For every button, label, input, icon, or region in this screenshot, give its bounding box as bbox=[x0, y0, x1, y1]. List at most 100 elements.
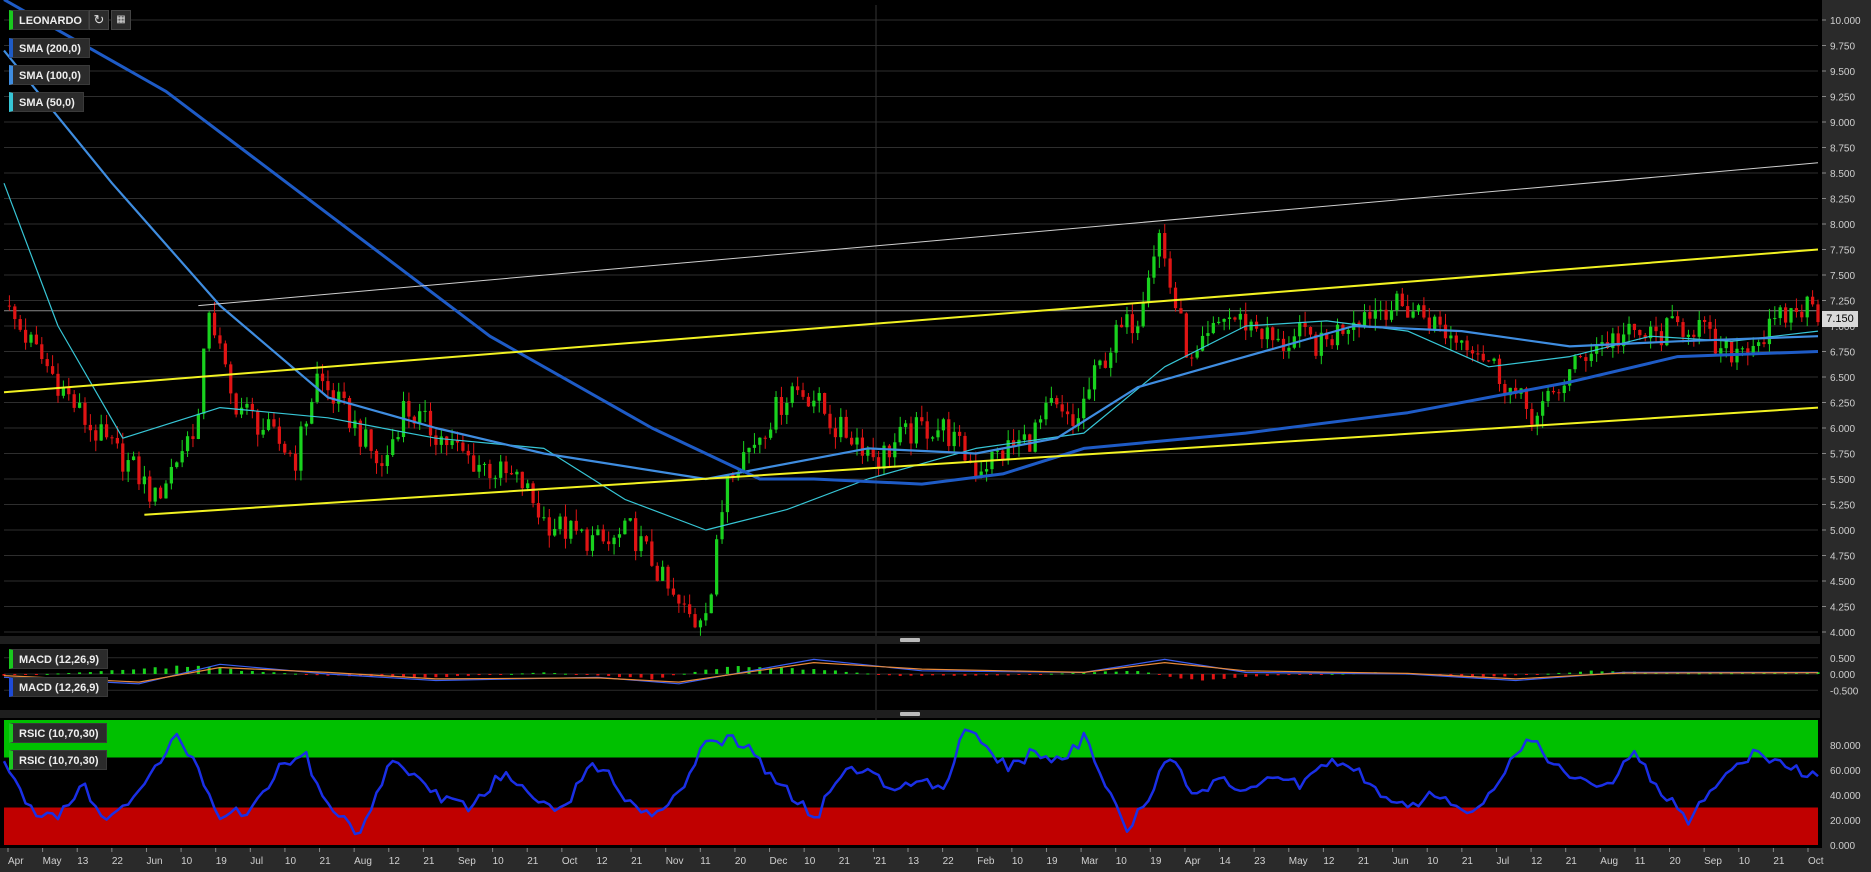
macd-tick-label: 0.000 bbox=[1830, 670, 1855, 681]
candle-up bbox=[1141, 302, 1145, 327]
candle-up bbox=[202, 348, 206, 414]
macd-label-1[interactable]: MACD (12,26,9) bbox=[9, 649, 109, 669]
candle-up bbox=[1778, 307, 1782, 319]
sma200-label[interactable]: SMA (200,0) bbox=[9, 38, 90, 58]
x-tick-label: 10 bbox=[493, 856, 505, 867]
candle-down bbox=[45, 359, 49, 367]
macd-bar bbox=[1481, 674, 1485, 677]
x-tick-label: 10 bbox=[1116, 856, 1128, 867]
candle-down bbox=[1071, 414, 1075, 426]
price-tick-label: 4.500 bbox=[1830, 577, 1855, 588]
candle-up bbox=[418, 411, 422, 424]
candle-up bbox=[1152, 256, 1156, 278]
candle-up bbox=[450, 440, 454, 446]
candle-down bbox=[445, 436, 449, 446]
price-tick-label: 6.000 bbox=[1830, 424, 1855, 435]
candle-up bbox=[1211, 322, 1215, 334]
candle-down bbox=[833, 428, 838, 438]
x-tick-label: May bbox=[43, 856, 62, 867]
candle-up bbox=[769, 429, 773, 438]
candle-down bbox=[693, 614, 697, 628]
candle-up bbox=[175, 462, 179, 467]
candle-up bbox=[790, 386, 794, 403]
x-tick-label: 21 bbox=[1566, 856, 1578, 867]
macd-bar bbox=[110, 670, 114, 674]
x-tick-label: 20 bbox=[1670, 856, 1682, 867]
macd-label-2[interactable]: MACD (12,26,9) bbox=[9, 677, 109, 697]
macd-bar bbox=[250, 671, 254, 674]
price-tick-label: 9.000 bbox=[1830, 118, 1855, 129]
macd-bar bbox=[1060, 673, 1064, 675]
macd-bar bbox=[1147, 672, 1151, 674]
macd-tick-label: -0.500 bbox=[1830, 686, 1859, 697]
drag-handle-icon[interactable] bbox=[900, 712, 920, 716]
candle-up bbox=[299, 426, 303, 471]
candle-up bbox=[1546, 390, 1550, 402]
candle-up bbox=[553, 529, 557, 536]
sma100-label[interactable]: SMA (100,0) bbox=[9, 65, 90, 85]
candle-up bbox=[1373, 309, 1377, 319]
macd-bar bbox=[499, 674, 503, 675]
drag-handle-icon[interactable] bbox=[900, 638, 920, 642]
x-tick-label: Feb bbox=[977, 856, 995, 867]
candle-down bbox=[72, 394, 76, 408]
chart-canvas[interactable]: 10.000 9.750 9.500 9.250 9.000 8.750 8.500 8.25… bbox=[0, 0, 1871, 872]
candle-down bbox=[1103, 360, 1107, 368]
rsic-label-1[interactable]: RSIC (10,70,30) bbox=[9, 723, 108, 743]
candle-up bbox=[952, 431, 956, 447]
candle-up bbox=[1724, 341, 1728, 349]
macd-bar bbox=[1136, 671, 1140, 674]
macd-bar bbox=[229, 668, 233, 674]
candle-down bbox=[218, 335, 222, 344]
candle-up bbox=[709, 594, 713, 614]
candle-up bbox=[1362, 312, 1367, 327]
refresh-icon[interactable]: ↻ bbox=[89, 10, 109, 30]
candle-up bbox=[941, 419, 946, 431]
candle-down bbox=[644, 536, 649, 542]
candle-down bbox=[23, 329, 28, 343]
macd-bar bbox=[56, 673, 60, 675]
sma50-label[interactable]: SMA (50,0) bbox=[9, 92, 84, 112]
candle-up bbox=[526, 483, 530, 489]
candle-down bbox=[1481, 353, 1485, 361]
macd-bar bbox=[725, 666, 729, 674]
candle-down bbox=[331, 390, 335, 404]
candle-up bbox=[1416, 305, 1421, 312]
candle-up bbox=[169, 466, 173, 484]
rsic-label-2[interactable]: RSIC (10,70,30) bbox=[9, 750, 108, 770]
macd-bar bbox=[585, 674, 589, 675]
candle-up bbox=[725, 474, 730, 513]
candle-up bbox=[164, 483, 168, 499]
candle-down bbox=[428, 410, 433, 436]
x-tick-label: 10 bbox=[1012, 856, 1024, 867]
price-tick-label: 8.250 bbox=[1830, 195, 1855, 206]
candle-up bbox=[482, 463, 487, 465]
candle-up bbox=[239, 407, 244, 415]
candle-up bbox=[936, 430, 940, 438]
candle-up bbox=[1276, 338, 1280, 341]
symbol-label[interactable]: LEONARDO bbox=[9, 10, 89, 30]
calculator-icon[interactable]: ▦ bbox=[111, 10, 131, 30]
candle-up bbox=[1049, 398, 1053, 403]
macd-bar bbox=[1330, 673, 1334, 675]
rsi-panel-divider[interactable] bbox=[0, 710, 1820, 718]
candle-up bbox=[310, 401, 314, 424]
candle-up bbox=[207, 312, 211, 349]
x-tick-label: Sep bbox=[458, 856, 476, 867]
candle-up bbox=[903, 423, 908, 427]
macd-panel-divider[interactable] bbox=[0, 636, 1820, 644]
candle-up bbox=[1125, 314, 1129, 328]
last-price-tag: 7.150 bbox=[1822, 311, 1858, 327]
x-tick-label: Dec bbox=[770, 856, 788, 867]
x-tick-label: Oct bbox=[1808, 856, 1824, 867]
macd-bar bbox=[1071, 672, 1075, 674]
x-tick-label: 11 bbox=[1635, 856, 1646, 867]
candle-down bbox=[634, 518, 638, 552]
candle-down bbox=[1055, 398, 1059, 405]
candle-down bbox=[1497, 358, 1502, 384]
candle-down bbox=[1681, 322, 1685, 337]
candle-down bbox=[94, 430, 98, 441]
macd-bar bbox=[477, 674, 481, 676]
candle-down bbox=[601, 529, 605, 542]
macd-bar bbox=[67, 672, 71, 674]
